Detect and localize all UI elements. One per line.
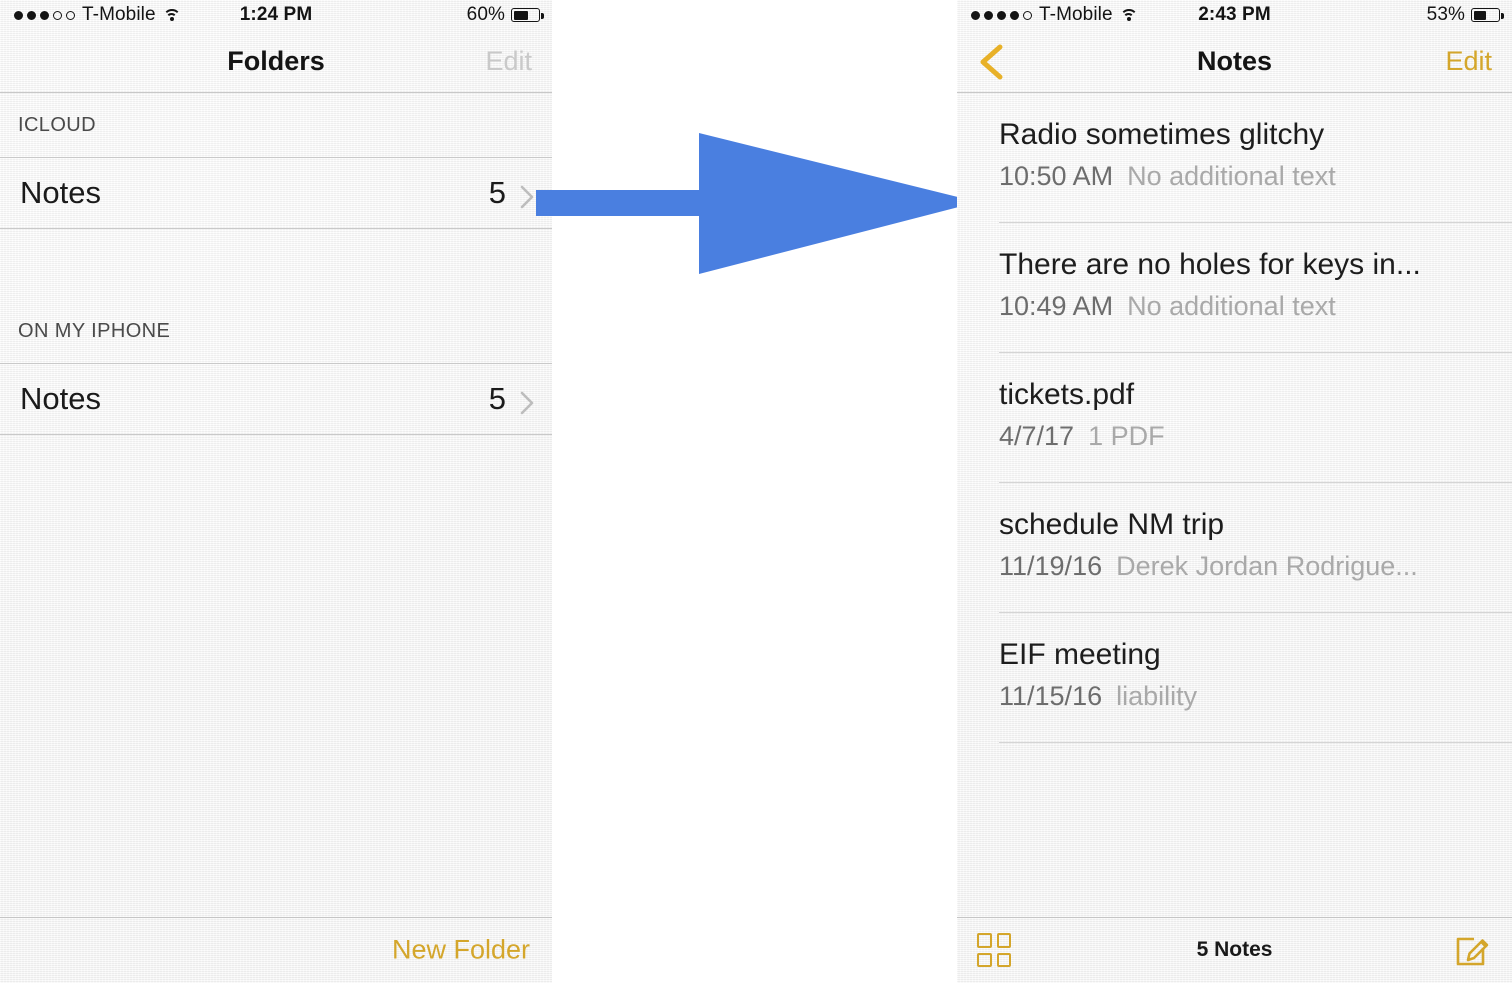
folder-name: Notes <box>20 381 101 416</box>
chevron-right-icon <box>520 181 534 209</box>
page-title: Folders <box>227 46 325 76</box>
note-row[interactable]: Radio sometimes glitchy 10:50 AM No additi… <box>957 93 1512 223</box>
battery-icon <box>511 8 544 22</box>
notes-nav-bar: Notes Edit <box>957 30 1512 93</box>
note-divider <box>999 742 1512 743</box>
note-row[interactable]: EIF meeting 11/15/16 liability <box>957 613 1512 743</box>
note-subtitle: 11/19/16 Derek Jordan Rodrigue... <box>999 550 1494 582</box>
note-preview: Derek Jordan Rodrigue... <box>1116 550 1418 581</box>
folders-screen: T-Mobile 1:24 PM 60% Folders Edit ICLOUD… <box>0 0 552 983</box>
note-title: EIF meeting <box>999 638 1161 671</box>
note-preview: 1 PDF <box>1088 420 1165 451</box>
battery-percent-label: 60% <box>466 4 505 25</box>
note-subtitle: 10:50 AM No additional text <box>999 160 1494 192</box>
section-header-icloud: ICLOUD <box>18 113 96 136</box>
notes-count-label: 5 Notes <box>1196 938 1273 961</box>
battery-percent-label: 53% <box>1426 4 1465 25</box>
page-title: Notes <box>1196 46 1272 76</box>
nav-divider <box>0 92 552 93</box>
edit-button[interactable]: Edit <box>485 46 532 77</box>
note-title: schedule NM trip <box>999 508 1225 541</box>
folders-nav-bar: Folders Edit <box>0 30 552 93</box>
toolbar-divider <box>957 917 1512 918</box>
folder-row-icloud-notes[interactable]: Notes 5 <box>0 158 552 228</box>
folders-bottom-toolbar: New Folder <box>0 917 552 983</box>
notes-bottom-toolbar: 5 Notes <box>957 917 1512 983</box>
note-title: tickets.pdf <box>999 378 1135 411</box>
edit-button[interactable]: Edit <box>1445 46 1492 77</box>
note-date: 11/15/16 <box>999 680 1103 711</box>
note-date: 11/19/16 <box>999 550 1103 581</box>
note-date: 4/7/17 <box>999 420 1075 451</box>
section-header-on-my-iphone: ON MY IPHONE <box>18 319 171 342</box>
chevron-right-icon <box>520 387 534 415</box>
note-title: Radio sometimes glitchy <box>999 118 1325 151</box>
status-bar-left: T-Mobile 1:24 PM 60% <box>0 0 552 30</box>
status-bar-right-group: 53% <box>1426 4 1504 26</box>
toolbar-divider <box>0 917 552 918</box>
screenshot-stage: T-Mobile 1:24 PM 60% Folders Edit ICLOUD… <box>0 0 1512 983</box>
status-bar-right-group: 60% <box>466 4 544 26</box>
folder-name: Notes <box>20 175 101 210</box>
note-preview: liability <box>1116 680 1198 711</box>
note-row[interactable]: tickets.pdf 4/7/17 1 PDF <box>957 353 1512 483</box>
notes-list: Radio sometimes glitchy 10:50 AM No additi… <box>957 93 1512 743</box>
notes-screen: T-Mobile 2:43 PM 53% Notes Edit Radio so… <box>957 0 1512 983</box>
right-arrow-icon <box>536 126 986 281</box>
folder-row-iphone-notes[interactable]: Notes 5 <box>0 364 552 434</box>
note-preview: No additional text <box>1127 160 1336 191</box>
note-subtitle: 10:49 AM No additional text <box>999 290 1494 322</box>
note-date: 10:49 AM <box>999 290 1114 321</box>
new-folder-button[interactable]: New Folder <box>392 935 530 966</box>
divider <box>0 434 552 435</box>
battery-icon <box>1471 8 1504 22</box>
note-row[interactable]: schedule NM trip 11/19/16 Derek Jordan Rod… <box>957 483 1512 613</box>
note-title: There are no holes for keys in... <box>999 248 1421 281</box>
note-row[interactable]: There are no holes for keys in... 10:49 A… <box>957 223 1512 353</box>
status-bar-right: T-Mobile 2:43 PM 53% <box>957 0 1512 30</box>
note-date: 10:50 AM <box>999 160 1114 191</box>
note-subtitle: 4/7/17 1 PDF <box>999 420 1494 452</box>
note-preview: No additional text <box>1127 290 1336 321</box>
compose-note-icon[interactable] <box>1454 931 1492 969</box>
folders-list: ICLOUD Notes 5 ON MY IPHONE Notes 5 <box>0 93 552 435</box>
note-subtitle: 11/15/16 liability <box>999 680 1494 712</box>
folder-count: 5 <box>488 175 506 210</box>
folder-count: 5 <box>488 381 506 416</box>
